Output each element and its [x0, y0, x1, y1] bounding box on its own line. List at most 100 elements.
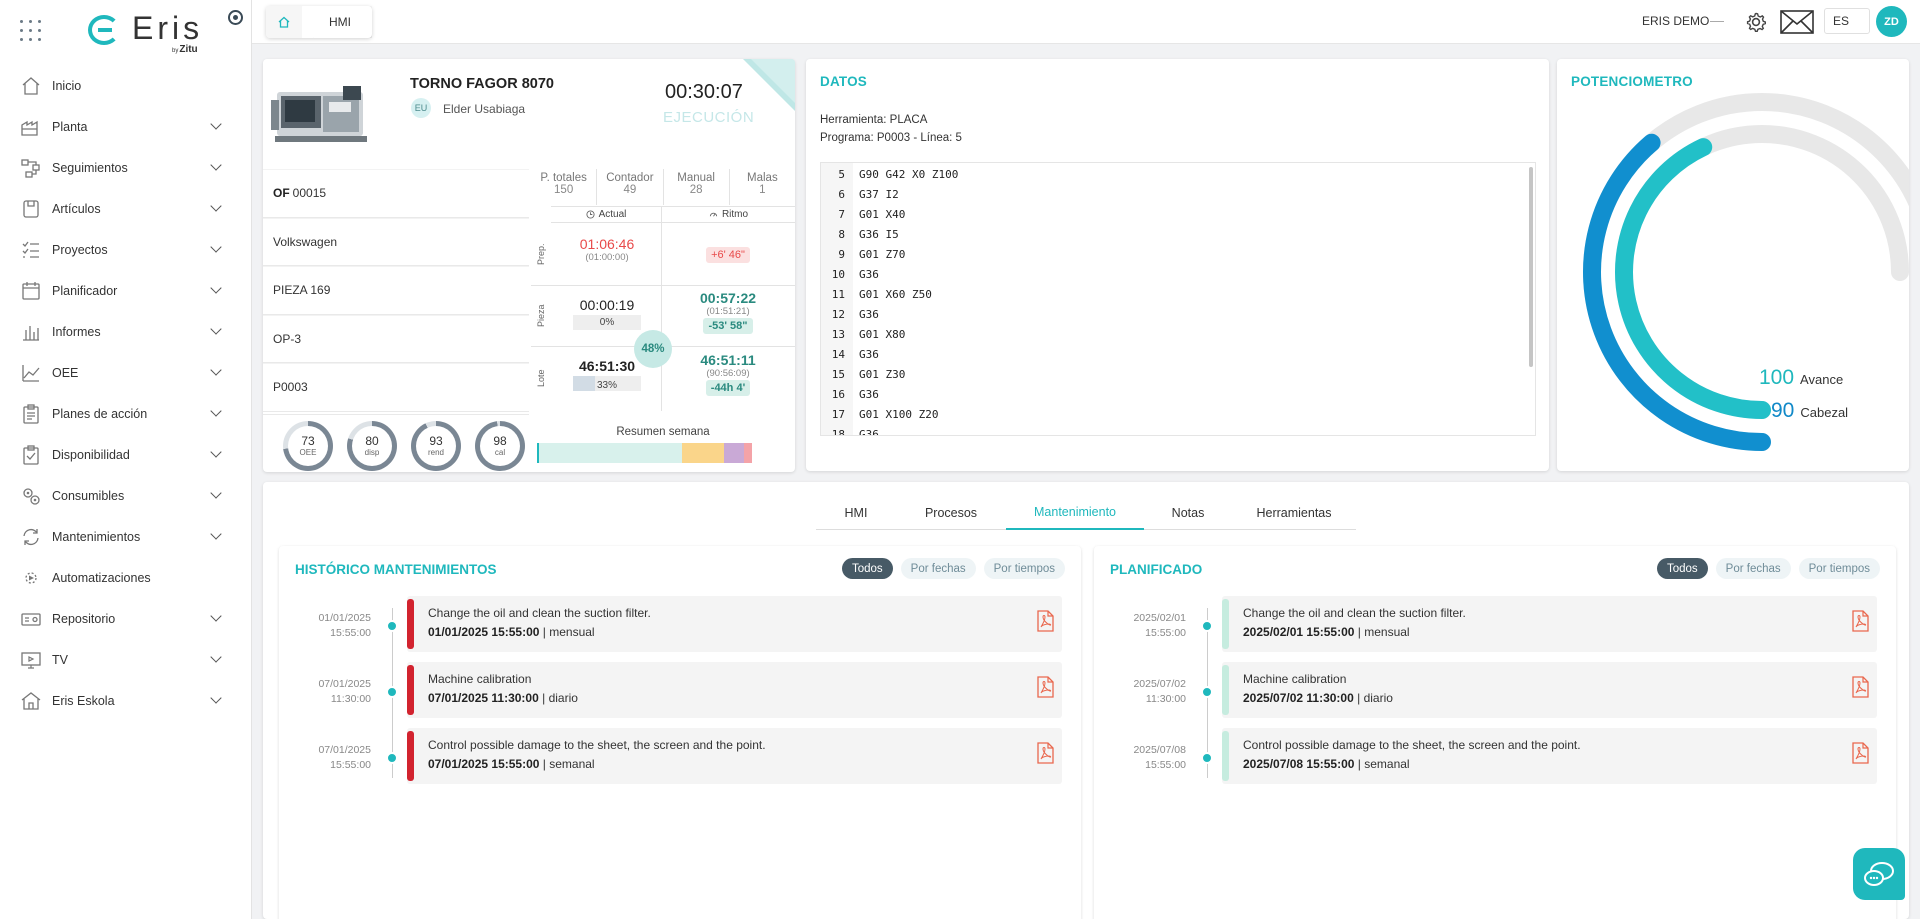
prep-actual: 01:06:46 (01:00:00)	[579, 236, 635, 263]
of-row: OF 00015	[263, 169, 529, 218]
pdf-icon[interactable]	[1036, 676, 1054, 698]
apps-grid-icon[interactable]	[20, 20, 42, 42]
sidebar-item-planes-de-acci-n[interactable]: Planes de acción	[0, 393, 252, 434]
piece-row: PIEZA 169	[263, 266, 529, 315]
filter-por-fechas[interactable]: Por fechas	[1715, 558, 1791, 579]
operator-name: Elder Usabiaga	[443, 102, 526, 116]
sidebar-item-proyectos[interactable]: Proyectos	[0, 229, 252, 270]
kpi-rend: 93 rend	[411, 421, 461, 471]
sidebar-item-seguimientos[interactable]: Seguimientos	[0, 147, 252, 188]
gear-icon[interactable]	[1744, 10, 1768, 34]
kpi-oee: 73 OEE	[283, 421, 333, 471]
datos-card: DATOS Herramienta: PLACA Programa: P0003…	[806, 59, 1549, 471]
counter-value: 1	[759, 184, 766, 196]
week-summary-label: Resumen semana	[616, 426, 710, 438]
sidebar-item-eris-eskola[interactable]: Eris Eskola	[0, 680, 252, 721]
kpi-label: disp	[364, 447, 380, 457]
event-card[interactable]: Control possible damage to the sheet, th…	[407, 728, 1062, 784]
chat-icon	[1864, 862, 1894, 886]
event-status-bar	[407, 599, 414, 649]
event-card[interactable]: Change the oil and clean the suction fil…	[1222, 596, 1877, 652]
event-card[interactable]: Machine calibration 07/01/2025 11:30:00 …	[407, 662, 1062, 718]
sidebar-item-art-culos[interactable]: Artículos	[0, 188, 252, 229]
tab-notas[interactable]: Notas	[1144, 496, 1232, 530]
timeline-event: 2025/07/08 15:55:00 Control possible dama…	[1094, 728, 1896, 784]
filter-todos[interactable]: Todos	[1656, 558, 1708, 579]
code-line: 5 G90 G42 X0 Z100	[821, 164, 958, 184]
pdf-icon[interactable]	[1851, 676, 1869, 698]
filter-por-tiempos[interactable]: Por tiempos	[1798, 558, 1880, 579]
sidebar-item-planta[interactable]: Planta	[0, 106, 252, 147]
tab-herramientas[interactable]: Herramientas	[1232, 496, 1356, 530]
timeline-dot	[386, 620, 398, 632]
week-summary-segment	[744, 443, 752, 463]
pdf-icon[interactable]	[1851, 610, 1869, 632]
cabezal-value: 90	[1771, 399, 1795, 422]
tab-hmi[interactable]: HMI	[816, 496, 896, 530]
sidebar-item-planificador[interactable]: Planificador	[0, 270, 252, 311]
code-line: 17 G01 X100 Z20	[821, 404, 939, 424]
machine-state: EJECUCIÓN	[663, 109, 755, 126]
sidebar-item-label: Seguimientos	[52, 160, 128, 175]
sidebar-item-repositorio[interactable]: Repositorio	[0, 598, 252, 639]
sidebar-nav: Inicio Planta Seguimientos Artículos Proyect…	[0, 65, 252, 721]
chevron-down-icon	[210, 282, 222, 294]
chat-button[interactable]	[1853, 848, 1905, 900]
detail-card: HMI Procesos Mantenimiento Notas Herramienta…	[263, 482, 1909, 919]
user-divider	[1710, 21, 1724, 22]
filter-todos[interactable]: Todos	[841, 558, 893, 579]
event-card[interactable]: Change the oil and clean the suction fil…	[407, 596, 1062, 652]
mail-icon[interactable]	[1780, 9, 1814, 35]
filter-por-fechas[interactable]: Por fechas	[900, 558, 976, 579]
line-code: G01 Z30	[859, 367, 906, 381]
status-indicator-icon[interactable]	[228, 10, 243, 25]
counter-label: Manual	[677, 172, 715, 184]
avance-label: Avance	[1800, 372, 1844, 387]
line-number: 14	[831, 347, 845, 361]
sidebar-item-automatizaciones[interactable]: Automatizaciones	[0, 557, 252, 598]
sidebar-item-label: TV	[52, 652, 68, 667]
event-detail: 07/01/2025 15:55:00 | semanal	[428, 757, 595, 771]
pieza-label: Pieza	[536, 304, 546, 328]
pdf-icon[interactable]	[1036, 742, 1054, 764]
event-card[interactable]: Control possible damage to the sheet, th…	[1222, 728, 1877, 784]
pdf-icon[interactable]	[1851, 742, 1869, 764]
chevron-down-icon	[210, 610, 222, 622]
filter-por-tiempos[interactable]: Por tiempos	[983, 558, 1065, 579]
kpi-value: 73	[301, 433, 315, 448]
tab-procesos[interactable]: Procesos	[896, 496, 1006, 530]
sidebar-item-inicio[interactable]: Inicio	[0, 65, 252, 106]
cnc-code-viewer[interactable]: 5 G90 G42 X0 Z100 6 G37 I2 7 G01 X40 8 G36 I5 9 G…	[820, 162, 1536, 436]
sidebar-item-tv[interactable]: TV	[0, 639, 252, 680]
line-code: G90 G42 X0 Z100	[859, 167, 959, 181]
code-scrollbar[interactable]	[1529, 167, 1533, 367]
language-select[interactable]: ES	[1824, 8, 1870, 34]
historico-panel: HISTÓRICO MANTENIMIENTOS Todos Por fechas…	[279, 546, 1081, 919]
sidebar-item-disponibilidad[interactable]: Disponibilidad	[0, 434, 252, 475]
sidebar-item-oee[interactable]: OEE	[0, 352, 252, 393]
sidebar-item-informes[interactable]: Informes	[0, 311, 252, 352]
event-detail: 2025/02/01 15:55:00 | mensual	[1243, 625, 1410, 639]
pdf-icon[interactable]	[1036, 610, 1054, 632]
topbar: HMI ERIS DEMO ES ZD	[252, 0, 1920, 44]
user-avatar[interactable]: ZD	[1876, 6, 1907, 37]
event-title: Machine calibration	[1243, 672, 1347, 686]
clock-icon	[586, 210, 595, 219]
event-card[interactable]: Machine calibration 2025/07/02 11:30:00 …	[1222, 662, 1877, 718]
user-name[interactable]: ERIS DEMO	[1642, 14, 1709, 28]
tab-mantenimiento[interactable]: Mantenimiento	[1006, 496, 1144, 530]
code-line: 9 G01 Z70	[821, 244, 905, 264]
counter-value: 150	[554, 184, 574, 196]
week-summary-segment	[539, 443, 682, 463]
sidebar: Eris byZitu Inicio Planta Seguimientos Artí…	[0, 0, 252, 919]
sidebar-item-mantenimientos[interactable]: Mantenimientos	[0, 516, 252, 557]
state-corner-inner	[751, 59, 795, 103]
prep-label: Prep.	[536, 243, 546, 265]
counter-2: Manual 28	[664, 169, 730, 205]
breadcrumb-home[interactable]	[266, 6, 302, 38]
chevron-down-icon	[210, 118, 222, 130]
timeline-event: 01/01/2025 15:55:00 Change the oil and cl…	[279, 596, 1081, 652]
event-date: 07/01/2025 11:30:00	[318, 678, 371, 705]
sidebar-item-consumibles[interactable]: Consumibles	[0, 475, 252, 516]
eris-logo[interactable]: Eris byZitu	[88, 10, 208, 55]
